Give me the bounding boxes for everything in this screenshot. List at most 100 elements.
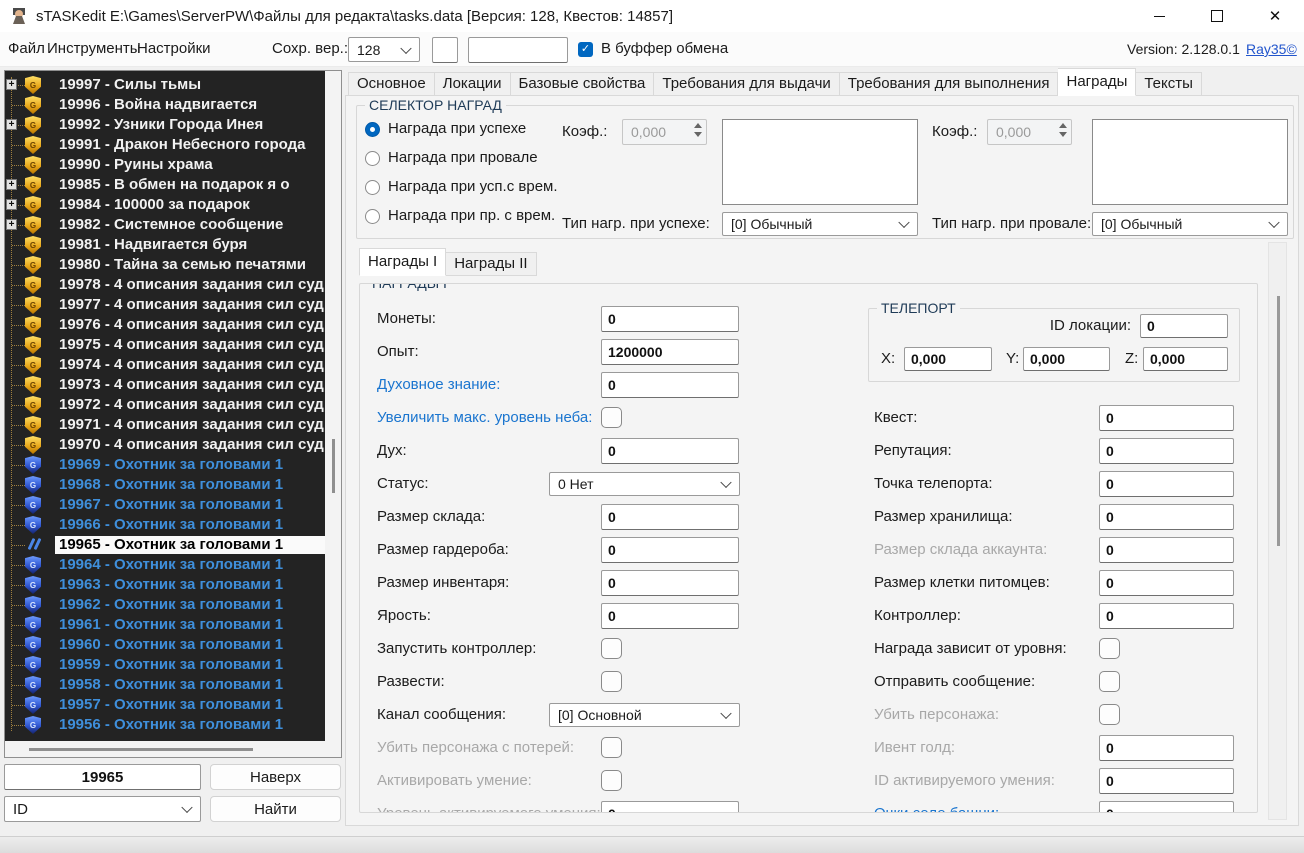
field-input[interactable] <box>601 570 739 596</box>
field-input[interactable] <box>1099 504 1234 530</box>
field-input[interactable] <box>601 504 739 530</box>
tree-vertical-scrollbar[interactable] <box>325 71 341 741</box>
field-input[interactable] <box>601 603 739 629</box>
tree-item[interactable]: G19981 - Надвигается буря <box>5 235 325 255</box>
expand-toggle-icon[interactable]: + <box>6 119 17 130</box>
tree-item[interactable]: G19956 - Охотник за головами 1 <box>5 715 325 735</box>
tree-item[interactable]: G19991 - Дракон Небесного города <box>5 135 325 155</box>
tree-horizontal-scrollbar-thumb[interactable] <box>29 748 253 751</box>
search-mode-select[interactable]: ID <box>4 796 201 822</box>
quest-id-input[interactable] <box>4 764 201 790</box>
type-fail-select[interactable]: [0] Обычный <box>1092 212 1288 236</box>
field-input[interactable] <box>1099 471 1234 497</box>
tree-item[interactable]: G19961 - Охотник за головами 1 <box>5 615 325 635</box>
tree-horizontal-scrollbar[interactable] <box>5 741 325 757</box>
main-tab-0[interactable]: Основное <box>348 72 435 96</box>
expand-toggle-icon[interactable]: + <box>6 199 17 210</box>
tree-item[interactable]: G19973 - 4 описания задания сил суд <box>5 375 325 395</box>
tree-item[interactable]: +G19992 - Узники Города Инея <box>5 115 325 135</box>
field-input[interactable] <box>1099 735 1234 761</box>
tree-item[interactable]: G19972 - 4 описания задания сил суд <box>5 395 325 415</box>
close-button[interactable]: ✕ <box>1246 0 1304 32</box>
tree-item[interactable]: G19966 - Охотник за головами 1 <box>5 515 325 535</box>
field-checkbox[interactable] <box>1099 638 1120 659</box>
teleport-y-input[interactable] <box>1023 347 1110 371</box>
field-input[interactable] <box>601 801 739 813</box>
tree-item[interactable]: G19976 - 4 описания задания сил суд <box>5 315 325 335</box>
tree-item[interactable]: G19978 - 4 описания задания сил суд <box>5 275 325 295</box>
radio-reward-success-timed[interactable] <box>365 180 380 195</box>
main-tab-3[interactable]: Требования для выдачи <box>654 72 839 96</box>
field-input[interactable] <box>601 438 739 464</box>
tree-item[interactable]: +G19997 - Силы тьмы <box>5 75 325 95</box>
tree-item[interactable]: G19974 - 4 описания задания сил суд <box>5 355 325 375</box>
main-tab-6[interactable]: Тексты <box>1136 72 1202 96</box>
field-input[interactable] <box>601 372 739 398</box>
tree-vertical-scrollbar-thumb[interactable] <box>332 439 335 493</box>
minimize-button[interactable] <box>1130 0 1188 32</box>
author-link[interactable]: Ray35© <box>1246 32 1297 66</box>
spinner-arrows-icon[interactable] <box>1059 123 1067 137</box>
tree-item[interactable]: G19958 - Охотник за головами 1 <box>5 675 325 695</box>
field-checkbox[interactable] <box>601 671 622 692</box>
field-checkbox[interactable] <box>601 638 622 659</box>
tree-item[interactable]: G19980 - Тайна за семью печатями <box>5 255 325 275</box>
panel-vertical-scrollbar[interactable] <box>1268 242 1287 820</box>
field-input[interactable] <box>1099 768 1234 794</box>
tree-item[interactable]: G19969 - Охотник за головами 1 <box>5 455 325 475</box>
field-input[interactable] <box>601 537 739 563</box>
tree-item[interactable]: 19965 - Охотник за головами 1 <box>5 535 325 555</box>
field-select[interactable]: 0 Нет <box>549 472 740 496</box>
reward-subtab-1[interactable]: Награды II <box>446 252 536 276</box>
tree-item[interactable]: G19971 - 4 описания задания сил суд <box>5 415 325 435</box>
fail-items-listbox[interactable] <box>1092 119 1288 205</box>
field-input[interactable] <box>1099 603 1234 629</box>
save-version-select[interactable]: 128 <box>348 37 420 62</box>
tree-item[interactable]: +G19985 - В обмен на подарок я о <box>5 175 325 195</box>
tree-item[interactable]: G19960 - Охотник за головами 1 <box>5 635 325 655</box>
field-checkbox[interactable] <box>1099 671 1120 692</box>
field-input[interactable] <box>1099 405 1234 431</box>
field-input[interactable] <box>1099 537 1234 563</box>
field-input[interactable] <box>1099 438 1234 464</box>
coef-fail-spinner[interactable]: 0,000 <box>987 119 1072 145</box>
tree-item[interactable]: G19959 - Охотник за головами 1 <box>5 655 325 675</box>
radio-reward-success[interactable] <box>365 122 380 137</box>
menu-settings[interactable]: Настройки <box>137 32 211 66</box>
tree-item[interactable]: G19968 - Охотник за головами 1 <box>5 475 325 495</box>
reward-subtab-0[interactable]: Награды I <box>359 248 446 276</box>
find-button[interactable]: Найти <box>210 796 341 822</box>
field-select[interactable]: [0] Основной <box>549 703 740 727</box>
expand-toggle-icon[interactable]: + <box>6 219 17 230</box>
teleport-x-input[interactable] <box>904 347 992 371</box>
expand-toggle-icon[interactable]: + <box>6 179 17 190</box>
tree-item[interactable]: G19975 - 4 описания задания сил суд <box>5 335 325 355</box>
field-checkbox[interactable] <box>601 737 622 758</box>
quest-tree-viewport[interactable]: +G19997 - Силы тьмыG19996 - Война надвиг… <box>5 71 325 741</box>
expand-toggle-icon[interactable]: + <box>6 79 17 90</box>
menu-tools[interactable]: Инструменты <box>47 32 141 66</box>
main-tab-2[interactable]: Базовые свойства <box>511 72 655 96</box>
field-checkbox[interactable] <box>601 407 622 428</box>
field-input[interactable] <box>601 306 739 332</box>
menu-file[interactable]: Файл <box>8 32 45 66</box>
main-tab-5[interactable]: Награды <box>1058 68 1136 96</box>
spinner-arrows-icon[interactable] <box>694 123 702 137</box>
coef-success-spinner[interactable]: 0,000 <box>622 119 707 145</box>
field-input[interactable] <box>1099 801 1234 813</box>
small-textbox[interactable] <box>432 37 458 63</box>
tree-item[interactable]: +G19982 - Системное сообщение <box>5 215 325 235</box>
tree-item[interactable]: G19963 - Охотник за головами 1 <box>5 575 325 595</box>
tree-item[interactable]: G19977 - 4 описания задания сил суд <box>5 295 325 315</box>
field-checkbox[interactable] <box>1099 704 1120 725</box>
field-input[interactable] <box>601 339 739 365</box>
version-note-textbox[interactable] <box>468 37 568 63</box>
tree-item[interactable]: G19964 - Охотник за головами 1 <box>5 555 325 575</box>
teleport-z-input[interactable] <box>1143 347 1228 371</box>
field-input[interactable] <box>1099 570 1234 596</box>
panel-vertical-scrollbar-thumb[interactable] <box>1277 296 1280 546</box>
main-tab-4[interactable]: Требования для выполнения <box>840 72 1059 96</box>
maximize-button[interactable] <box>1188 0 1246 32</box>
clipboard-checkbox[interactable]: ✓ <box>578 42 593 57</box>
tree-item[interactable]: G19970 - 4 описания задания сил суд <box>5 435 325 455</box>
